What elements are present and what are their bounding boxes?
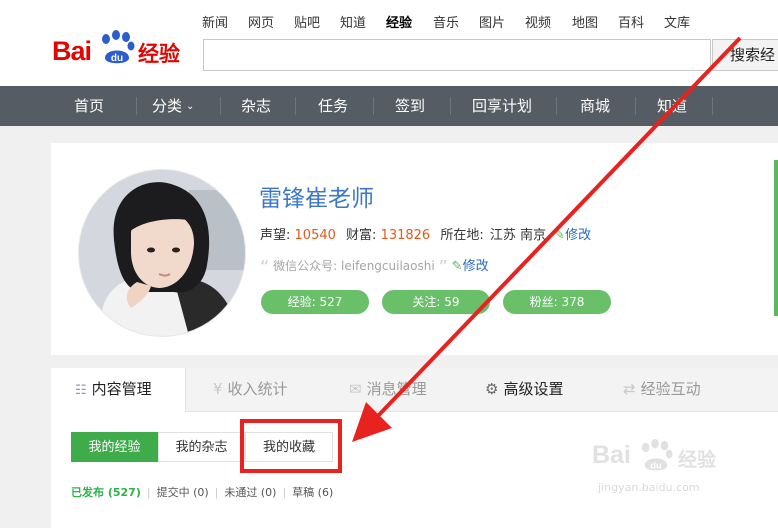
- nav-item-share-plan[interactable]: 回享计划: [472, 86, 532, 126]
- topnav-item-web[interactable]: 网页: [248, 12, 274, 31]
- envelope-icon: ✉: [349, 380, 362, 398]
- nav-divider: [556, 97, 557, 115]
- topnav-item-video[interactable]: 视频: [525, 12, 551, 31]
- chevron-down-icon: ⌄: [186, 101, 195, 112]
- nav-divider: [712, 97, 713, 115]
- nav-item-checkin[interactable]: 签到: [395, 86, 425, 126]
- nav-item-mall[interactable]: 商城: [580, 86, 610, 126]
- topnav-item-baike[interactable]: 百科: [618, 12, 644, 31]
- edit-wechat-link[interactable]: ✎修改: [452, 259, 489, 274]
- nav-item-zhidao[interactable]: 知道: [657, 86, 687, 126]
- watermark-url: jingyan.baidu.com: [598, 481, 700, 494]
- gear-icon: ⚙: [485, 380, 499, 398]
- main-nav: 首页 分类 ⌄ 杂志 任务 签到 回享计划 商城 知道: [0, 86, 778, 126]
- tab-advanced-settings[interactable]: ⚙ 高级设置: [485, 368, 563, 411]
- nav-divider: [635, 97, 636, 115]
- filter-divider: |: [282, 486, 287, 499]
- reputation-value: 10540: [294, 228, 336, 243]
- swap-arrows-icon: ⇄: [623, 380, 636, 398]
- filter-rejected[interactable]: 未通过 (0): [224, 486, 276, 499]
- logo-bai-text: Bai: [52, 36, 92, 66]
- topnav-item-tieba[interactable]: 贴吧: [294, 12, 320, 31]
- reputation-label: 声望:: [260, 228, 291, 243]
- tab-advanced-settings-label: 高级设置: [503, 380, 564, 398]
- experience-count-pill[interactable]: 经验: 527: [261, 290, 369, 314]
- status-filters: 已发布 (527) | 提交中 (0) | 未通过 (0) | 草稿 (6): [71, 484, 333, 500]
- location-label: 所在地:: [440, 228, 484, 243]
- topnav-item-map[interactable]: 地图: [572, 12, 598, 31]
- nav-item-category[interactable]: 分类 ⌄: [152, 86, 194, 126]
- watermark-paw-icon: du: [641, 439, 673, 471]
- pencil-icon: ✎: [554, 228, 566, 243]
- search-button[interactable]: 搜索经: [712, 39, 778, 71]
- filter-divider: |: [214, 486, 219, 499]
- close-quote-icon: ”: [438, 257, 448, 278]
- list-icon: ☷: [75, 383, 87, 398]
- nav-divider: [220, 97, 221, 115]
- yen-icon: ¥: [213, 380, 223, 398]
- side-accent-bar: [774, 160, 778, 316]
- baidu-paw-icon: du: [102, 30, 135, 64]
- nav-divider: [450, 97, 451, 115]
- topnav-item-music[interactable]: 音乐: [433, 12, 459, 31]
- edit-wechat-label: 修改: [462, 259, 489, 274]
- following-count-pill[interactable]: 关注: 59: [382, 290, 490, 314]
- search-input[interactable]: [203, 39, 711, 71]
- subtab-my-magazine[interactable]: 我的杂志: [158, 432, 245, 462]
- subtab-my-experience[interactable]: 我的经验: [71, 432, 158, 462]
- topnav-item-jingyan[interactable]: 经验: [386, 12, 412, 31]
- wechat-label: 微信公众号:: [273, 259, 338, 273]
- nav-divider: [295, 97, 296, 115]
- filter-submitting[interactable]: 提交中 (0): [157, 486, 209, 499]
- user-stats: 声望: 10540 财富: 131826 所在地: 江苏 南京 ✎修改: [260, 224, 591, 243]
- avatar-photo: [79, 170, 245, 336]
- watermark-bai-text: Bai: [592, 441, 631, 469]
- annotation-highlight-box: [240, 419, 342, 473]
- baidu-jingyan-watermark: Bai du 经验 jingyan.baidu.com: [592, 439, 742, 501]
- topnav-item-images[interactable]: 图片: [479, 12, 505, 31]
- site-header: Bai du 经验 新闻 网页 贴吧 知道 经验 音乐 图片 视频 地图 百科 …: [0, 0, 778, 86]
- location-value: 江苏 南京: [489, 228, 547, 243]
- nav-divider: [136, 97, 137, 115]
- tab-content-management-label: 内容管理: [91, 380, 152, 398]
- nav-item-magazine[interactable]: 杂志: [241, 86, 271, 126]
- nav-item-tasks[interactable]: 任务: [318, 86, 348, 126]
- tab-income-stats[interactable]: ¥ 收入统计: [213, 368, 288, 411]
- wechat-value: leifengcuilaoshi: [341, 259, 435, 273]
- wealth-value: 131826: [380, 228, 431, 243]
- open-quote-icon: “: [260, 257, 270, 278]
- wechat-info: “ 微信公众号: leifengcuilaoshi ” ✎修改: [260, 255, 489, 278]
- edit-location-label: 修改: [565, 228, 592, 243]
- topnav-item-zhidao[interactable]: 知道: [340, 12, 366, 31]
- nav-divider: [373, 97, 374, 115]
- baidu-jingyan-logo[interactable]: Bai du 经验: [52, 30, 192, 68]
- tab-income-stats-label: 收入统计: [227, 380, 288, 398]
- tab-content-management[interactable]: ☷ 内容管理: [51, 368, 186, 412]
- topnav-item-news[interactable]: 新闻: [202, 12, 228, 31]
- watermark-jingyan-text: 经验: [678, 449, 717, 471]
- profile-card: 雷锋崔老师 声望: 10540 财富: 131826 所在地: 江苏 南京 ✎修…: [51, 143, 778, 355]
- logo-jingyan-text: 经验: [138, 42, 180, 66]
- tab-bar: ☷ 内容管理 ¥ 收入统计 ✉ 消息管理 ⚙ 高级设置 ⇄ 经验互动: [51, 368, 778, 412]
- nav-item-home[interactable]: 首页: [74, 86, 104, 126]
- nav-item-category-label: 分类: [152, 97, 183, 115]
- edit-location-link[interactable]: ✎修改: [554, 228, 591, 243]
- topnav-item-wenku[interactable]: 文库: [664, 12, 690, 31]
- logo-du-text: du: [111, 53, 123, 64]
- user-name[interactable]: 雷锋崔老师: [259, 179, 374, 213]
- filter-published[interactable]: 已发布 (527): [71, 486, 141, 499]
- tab-message-management[interactable]: ✉ 消息管理: [349, 368, 427, 411]
- avatar[interactable]: [79, 170, 245, 336]
- pencil-icon: ✎: [451, 259, 463, 274]
- filter-divider: |: [146, 486, 151, 499]
- tab-experience-interaction[interactable]: ⇄ 经验互动: [623, 368, 701, 411]
- filter-drafts[interactable]: 草稿 (6): [292, 486, 333, 499]
- followers-count-pill[interactable]: 粉丝: 378: [503, 290, 611, 314]
- watermark-du-text: du: [650, 460, 662, 471]
- wealth-label: 财富:: [346, 228, 377, 243]
- tab-experience-interaction-label: 经验互动: [640, 380, 701, 398]
- tab-message-management-label: 消息管理: [366, 380, 427, 398]
